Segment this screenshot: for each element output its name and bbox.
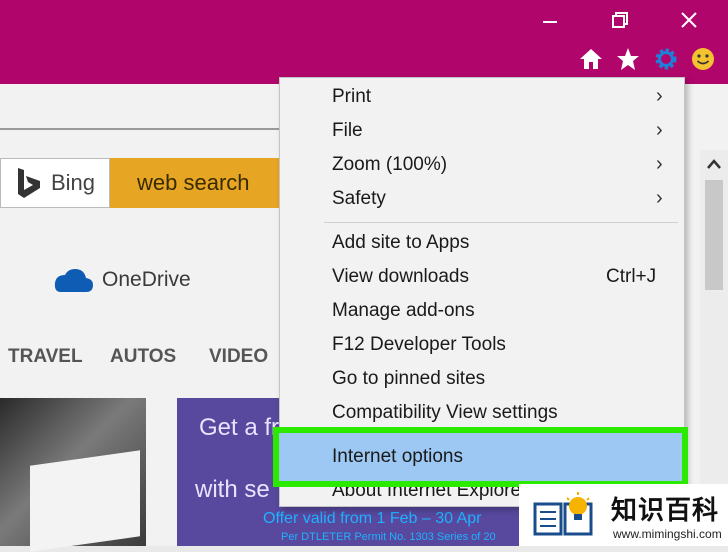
- menu-item-label: Add site to Apps: [332, 232, 470, 253]
- menu-item-pinned-sites[interactable]: Go to pinned sites: [280, 364, 684, 398]
- restore-icon[interactable]: [602, 8, 638, 36]
- chevron-right-icon: ›: [656, 119, 663, 141]
- minimize-icon[interactable]: [532, 8, 568, 36]
- watermark-url: www.mimingshi.com: [613, 527, 722, 541]
- ad-subline: with se: [195, 476, 270, 503]
- chevron-right-icon: ›: [656, 85, 663, 107]
- menu-item-add-site-to-apps[interactable]: Add site to Apps: [280, 228, 684, 262]
- menu-item-label: F12 Developer Tools: [332, 334, 506, 355]
- menu-item-manage-add-ons[interactable]: Manage add-ons: [280, 296, 684, 330]
- menu-item-f12-developer-tools[interactable]: F12 Developer Tools: [280, 330, 684, 364]
- web-search-button[interactable]: web search: [110, 158, 280, 208]
- ad-headline: Get a fr: [199, 414, 280, 441]
- bing-logo-icon: [18, 168, 40, 198]
- menu-item-label: Print: [332, 86, 372, 107]
- gear-icon[interactable]: [653, 46, 679, 72]
- menu-item-label: Zoom (100%): [332, 154, 448, 175]
- home-icon[interactable]: [578, 46, 604, 72]
- nav-travel[interactable]: TRAVEL: [8, 346, 83, 368]
- star-icon[interactable]: [615, 46, 641, 72]
- menu-item-print[interactable]: Print ›: [280, 82, 684, 116]
- menu-item-safety[interactable]: Safety ›: [280, 184, 684, 218]
- scroll-thumb[interactable]: [705, 180, 723, 290]
- onedrive-link[interactable]: OneDrive: [52, 266, 191, 294]
- menu-item-zoom[interactable]: Zoom (100%) ›: [280, 150, 684, 184]
- watermark-title: 知识百科: [611, 495, 720, 525]
- close-icon[interactable]: [671, 8, 707, 36]
- menu-item-label: Go to pinned sites: [332, 368, 486, 389]
- menu-item-label: Compatibility View settings: [332, 402, 558, 423]
- bing-label: Bing: [51, 170, 96, 195]
- book-bulb-icon: [533, 492, 593, 536]
- menu-item-label: Safety: [332, 188, 386, 209]
- chevron-right-icon: ›: [656, 153, 663, 175]
- cloud-icon: [54, 269, 93, 292]
- book-image: [30, 450, 140, 552]
- watermark: 知识百科 www.mimingshi.com: [519, 484, 728, 546]
- menu-item-file[interactable]: File ›: [280, 116, 684, 150]
- menu-item-label: View downloads: [332, 266, 469, 287]
- highlight-frame: [273, 427, 688, 487]
- ad-offer: Offer valid from 1 Feb – 30 Apr: [263, 510, 482, 527]
- chevron-up-icon[interactable]: [700, 152, 728, 176]
- smiley-icon[interactable]: [690, 46, 716, 72]
- menu-item-label: Manage add-ons: [332, 300, 475, 321]
- address-bar-divider: [0, 128, 300, 130]
- shortcut-label: Ctrl+J: [606, 266, 657, 287]
- ad-permit: Per DTLETER Permit No. 1303 Series of 20: [281, 531, 496, 543]
- chevron-right-icon: ›: [656, 187, 663, 209]
- nav-autos[interactable]: AUTOS: [110, 346, 176, 368]
- menu-divider: [324, 222, 678, 223]
- bing-search-box[interactable]: Bing: [0, 158, 110, 208]
- title-bar: [0, 0, 728, 84]
- onedrive-label: OneDrive: [102, 268, 191, 291]
- menu-item-view-downloads[interactable]: View downloads Ctrl+J: [280, 262, 684, 296]
- article-image[interactable]: [0, 398, 146, 552]
- menu-item-label: File: [332, 120, 363, 141]
- nav-video[interactable]: VIDEO: [209, 346, 268, 368]
